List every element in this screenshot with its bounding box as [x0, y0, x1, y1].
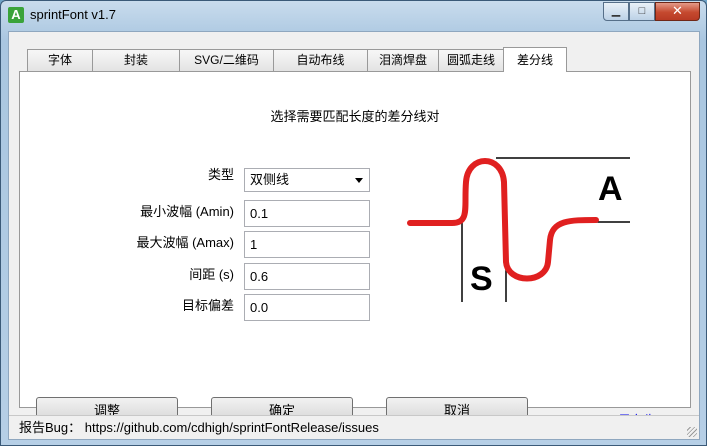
- type-row: 类型: [20, 162, 234, 188]
- tab-autoroute[interactable]: 自动布线: [273, 49, 368, 71]
- tab-arc-trace[interactable]: 圆弧走线: [438, 49, 504, 71]
- type-select-value: 双侧线: [250, 172, 290, 187]
- status-bar: 报告Bug： https://github.com/cdhigh/sprintF…: [9, 415, 699, 439]
- tab-teardrop[interactable]: 泪滴焊盘: [367, 49, 439, 71]
- client-area: 字体 封装 SVG/二维码 自动布线 泪滴焊盘 圆弧走线 差分线 选择需要匹配长…: [8, 31, 700, 440]
- panel-heading: 选择需要匹配长度的差分线对: [270, 109, 440, 124]
- close-icon: ✕: [672, 3, 683, 18]
- target-deviation-label: 目标偏差: [181, 298, 234, 313]
- minimize-button[interactable]: ▁: [603, 2, 629, 21]
- title-bar[interactable]: A sprintFont v1.7 ▁ □ ✕: [1, 1, 706, 29]
- window-controls: ▁ □ ✕: [603, 2, 700, 21]
- window-title: sprintFont v1.7: [30, 7, 116, 22]
- resize-grip-icon[interactable]: [687, 427, 697, 437]
- app-window: A sprintFont v1.7 ▁ □ ✕ 字体 封装 SVG/二维码 自动…: [0, 0, 707, 446]
- max-amp-label: 最大波幅 (Amax): [136, 235, 234, 250]
- spacing-label: 间距 (s): [189, 267, 234, 282]
- type-select[interactable]: 双侧线: [244, 168, 370, 192]
- target-deviation-input[interactable]: 0.0: [244, 294, 370, 321]
- spacing-row: 间距 (s): [20, 262, 234, 288]
- bug-report-text[interactable]: 报告Bug： https://github.com/cdhigh/sprintF…: [19, 420, 379, 435]
- tab-font[interactable]: 字体: [27, 49, 93, 71]
- differential-pair-diagram: A S: [407, 157, 630, 302]
- maximize-button[interactable]: □: [629, 2, 655, 21]
- tab-panel: 选择需要匹配长度的差分线对 类型 双侧线 最小波幅 (Amin) 0.1 最大波…: [19, 71, 691, 428]
- chevron-down-icon: [355, 178, 363, 183]
- target-row: 目标偏差: [20, 293, 234, 319]
- tab-svg-qrcode[interactable]: SVG/二维码: [179, 49, 274, 71]
- min-amp-label: 最小波幅 (Amin): [140, 204, 234, 219]
- tab-footprint[interactable]: 封装: [92, 49, 180, 71]
- tab-bar: 字体 封装 SVG/二维码 自动布线 泪滴焊盘 圆弧走线 差分线: [27, 47, 567, 72]
- max-amp-row: 最大波幅 (Amax): [20, 230, 234, 256]
- close-button[interactable]: ✕: [655, 2, 700, 21]
- amplitude-label: A: [598, 170, 623, 208]
- minimize-icon: ▁: [611, 5, 621, 17]
- min-amp-row: 最小波幅 (Amin): [20, 199, 234, 225]
- maximize-icon: □: [638, 5, 646, 17]
- max-amp-input[interactable]: 1: [244, 231, 370, 258]
- tab-differential-pair[interactable]: 差分线: [503, 47, 567, 72]
- spacing-diagram-label: S: [470, 260, 493, 298]
- min-amp-input[interactable]: 0.1: [244, 200, 370, 227]
- app-icon: A: [8, 7, 24, 23]
- type-label: 类型: [207, 167, 234, 182]
- spacing-input[interactable]: 0.6: [244, 263, 370, 290]
- differential-trace: [407, 158, 599, 282]
